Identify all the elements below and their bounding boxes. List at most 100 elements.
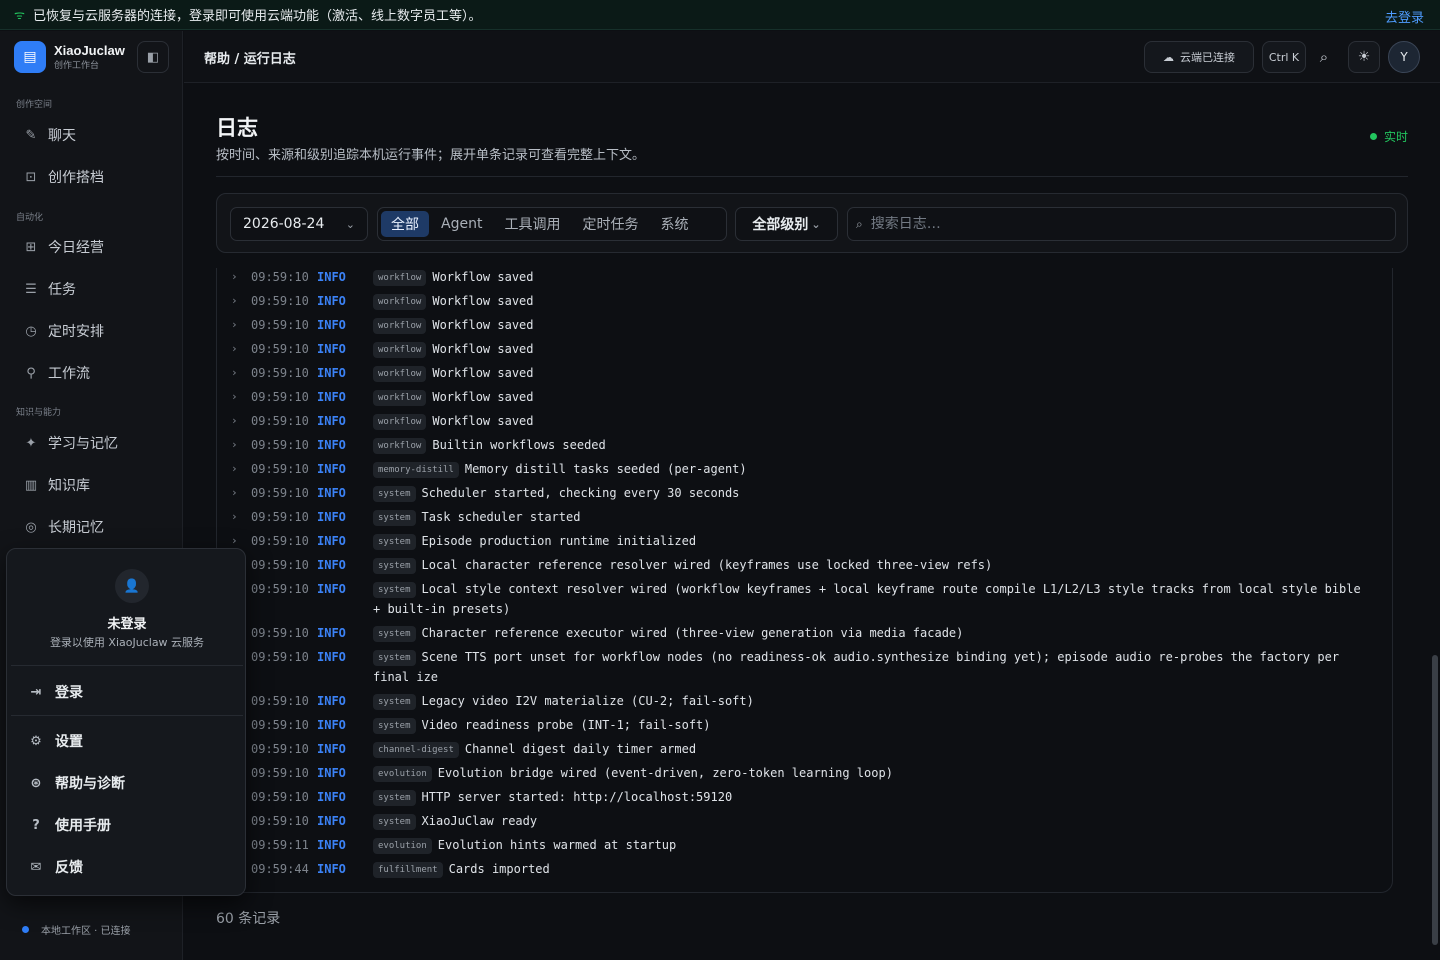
chevron-right-icon[interactable]: ›	[231, 483, 238, 503]
search-icon: ⌕	[856, 216, 863, 231]
log-row[interactable]: ›09:59:10INFOsystemLegacy video I2V mate…	[217, 691, 1387, 715]
log-row[interactable]: › 09:59:10 INFO workflow Workflow saved	[217, 268, 1387, 291]
command-palette-button[interactable]: Ctrl K	[1262, 41, 1306, 73]
sidebar-item-memory[interactable]: ◎ 长期记忆	[22, 517, 104, 537]
log-message: Workflow saved	[432, 270, 534, 284]
collapse-sidebar-button[interactable]: ◧	[137, 41, 169, 73]
chevron-right-icon[interactable]: ›	[231, 387, 238, 407]
log-search[interactable]: ⌕	[847, 207, 1396, 241]
chevron-right-icon[interactable]: ›	[231, 435, 238, 455]
cloud-status-button[interactable]: ☁ 云端已连接	[1144, 41, 1254, 73]
log-level: INFO	[317, 390, 346, 404]
sidebar-item-learning[interactable]: ✦ 学习与记忆	[22, 433, 118, 453]
theme-toggle-button[interactable]: ☀	[1348, 41, 1380, 73]
log-row[interactable]: › 09:59:10 INFO workflow Builtin workflows s…	[217, 435, 1387, 459]
sidebar-item-label: 聊天	[48, 128, 76, 144]
chevron-right-icon[interactable]: ›	[231, 507, 238, 527]
sidebar-item-partner[interactable]: ⊡ 创作搭档	[22, 167, 104, 187]
log-time: 09:59:10	[251, 294, 309, 308]
log-source-badge: system	[373, 790, 416, 806]
chevron-right-icon[interactable]: ›	[231, 268, 238, 287]
menu-item-settings[interactable]: ⚙ 设置	[27, 731, 83, 751]
robot-icon: ⊡	[25, 169, 37, 185]
log-row[interactable]: ›09:59:10INFOsystemScene TTS port unset …	[217, 647, 1387, 691]
log-row[interactable]: ›09:59:10INFOevolutionEvolution bridge w…	[217, 763, 1387, 787]
log-message: Workflow saved	[432, 294, 534, 308]
account-name: 未登录	[107, 617, 147, 632]
log-row[interactable]: ›09:59:10INFOsystemHTTP server started: …	[217, 787, 1387, 811]
chevron-right-icon[interactable]: ›	[231, 411, 238, 431]
sidebar-item-today[interactable]: ⊞ 今日经营	[22, 237, 104, 257]
log-message: Scene TTS port unset for workflow nodes …	[373, 650, 1340, 684]
log-row[interactable]: ›09:59:10INFOsystemXiaoJuClaw ready	[217, 811, 1387, 835]
sidebar-item-schedule[interactable]: ◷ 定时安排	[22, 321, 104, 341]
record-count: 60 条记录	[216, 911, 281, 927]
log-time: 09:59:10	[251, 438, 309, 452]
tab-scheduled[interactable]: 定时任务	[572, 211, 648, 237]
sidebar-item-label: 定时安排	[48, 324, 104, 340]
brand[interactable]: ▤ XiaoJuclaw 创作工作台	[14, 41, 125, 73]
log-row[interactable]: › 09:59:10 INFO workflow Workflow saved	[217, 411, 1387, 435]
avatar[interactable]: Y	[1388, 41, 1420, 73]
mail-icon: ✉	[30, 859, 42, 875]
sidebar-item-label: 今日经营	[48, 240, 104, 256]
log-source-badge: workflow	[373, 414, 427, 430]
log-row[interactable]: ›09:59:44INFOfulfillmentCards imported	[217, 859, 1387, 883]
menu-item-help[interactable]: ⊛ 帮助与诊断	[27, 773, 125, 793]
chevron-right-icon[interactable]: ›	[231, 315, 238, 335]
chevron-right-icon[interactable]: ›	[231, 459, 238, 479]
log-source-badge: memory-distill	[373, 462, 459, 478]
log-source-badge: fulfillment	[373, 862, 443, 878]
sidebar-item-workflow[interactable]: ⚲ 工作流	[22, 363, 90, 383]
sidebar-item-chat[interactable]: ✎ 聊天	[22, 125, 76, 145]
log-row[interactable]: ›09:59:10INFOsystemLocal character refer…	[217, 555, 1387, 579]
chevron-right-icon[interactable]: ›	[231, 339, 238, 359]
reconnect-banner: ᯤ 已恢复与云服务器的连接，登录即可使用云端功能（激活、线上数字员工等）。 去登…	[0, 0, 1440, 30]
log-row[interactable]: ›09:59:11INFOevolutionEvolution hints wa…	[217, 835, 1387, 859]
log-row[interactable]: › 09:59:10 INFO workflow Workflow saved	[217, 363, 1387, 387]
tab-system[interactable]: 系统	[650, 211, 698, 237]
log-message-wrap: system Scheduler started, checking every …	[373, 483, 1375, 503]
scrollbar[interactable]	[1432, 655, 1438, 945]
log-row[interactable]: › 09:59:10 INFO memory-distill Memory distil…	[217, 459, 1387, 483]
log-row[interactable]: › 09:59:10 INFO system Episode production ru…	[217, 531, 1387, 555]
sidebar-item-knowledge[interactable]: ▥ 知识库	[22, 475, 90, 495]
log-row[interactable]: › 09:59:10 INFO workflow Workflow saved	[217, 387, 1387, 411]
log-row[interactable]: ›09:59:10INFOsystemLocal style context r…	[217, 579, 1387, 623]
login-link[interactable]: 去登录	[1385, 7, 1424, 26]
log-level: INFO	[317, 558, 346, 572]
chevron-right-icon[interactable]: ›	[231, 363, 238, 383]
tab-all[interactable]: 全部	[381, 211, 429, 237]
menu-item-label: 使用手册	[55, 818, 111, 834]
level-select[interactable]: 全部级别 ⌄	[735, 207, 838, 241]
search-input[interactable]	[870, 216, 1371, 232]
log-row[interactable]: ›09:59:10INFOchannel-digestChannel diges…	[217, 739, 1387, 763]
menu-item-feedback[interactable]: ✉ 反馈	[27, 857, 83, 877]
main-content: 日志 按时间、来源和级别追踪本机运行事件；展开单条记录可查看完整上下文。 实时 …	[184, 84, 1440, 960]
menu-item-login[interactable]: ⇥ 登录	[27, 682, 83, 702]
live-indicator[interactable]: 实时	[1369, 128, 1408, 145]
log-time: 09:59:10	[251, 558, 309, 572]
log-source-badge: system	[373, 534, 416, 550]
log-row[interactable]: › 09:59:10 INFO system Task scheduler starte…	[217, 507, 1387, 531]
log-message-wrap: workflow Workflow saved	[373, 291, 1375, 311]
chevron-right-icon[interactable]: ›	[231, 291, 238, 311]
tab-agent[interactable]: Agent	[431, 211, 492, 237]
date-select[interactable]: 2026-08-24 ⌄	[230, 207, 368, 241]
sidebar-item-tasks[interactable]: ☰ 任务	[22, 279, 76, 299]
log-row[interactable]: › 09:59:10 INFO workflow Workflow saved	[217, 291, 1387, 315]
tab-tools[interactable]: 工具调用	[494, 211, 570, 237]
status-dot	[22, 926, 29, 933]
log-level: INFO	[317, 438, 346, 452]
log-row[interactable]: › 09:59:10 INFO system Scheduler started, ch…	[217, 483, 1387, 507]
search-button[interactable]: ⌕	[1308, 41, 1340, 73]
status-text: 本地工作区 · 已连接	[41, 926, 131, 937]
menu-item-manual[interactable]: ? 使用手册	[27, 815, 111, 835]
log-row[interactable]: ›09:59:10INFOsystemCharacter reference e…	[217, 623, 1387, 647]
log-time: 09:59:10	[251, 462, 309, 476]
source-tabs: 全部 Agent 工具调用 定时任务 系统	[377, 207, 727, 241]
log-row[interactable]: › 09:59:10 INFO workflow Workflow saved	[217, 339, 1387, 363]
log-row[interactable]: › 09:59:10 INFO workflow Workflow saved	[217, 315, 1387, 339]
chevron-down-icon: ⌄	[811, 217, 821, 231]
log-row[interactable]: ›09:59:10INFOsystemVideo readiness probe…	[217, 715, 1387, 739]
